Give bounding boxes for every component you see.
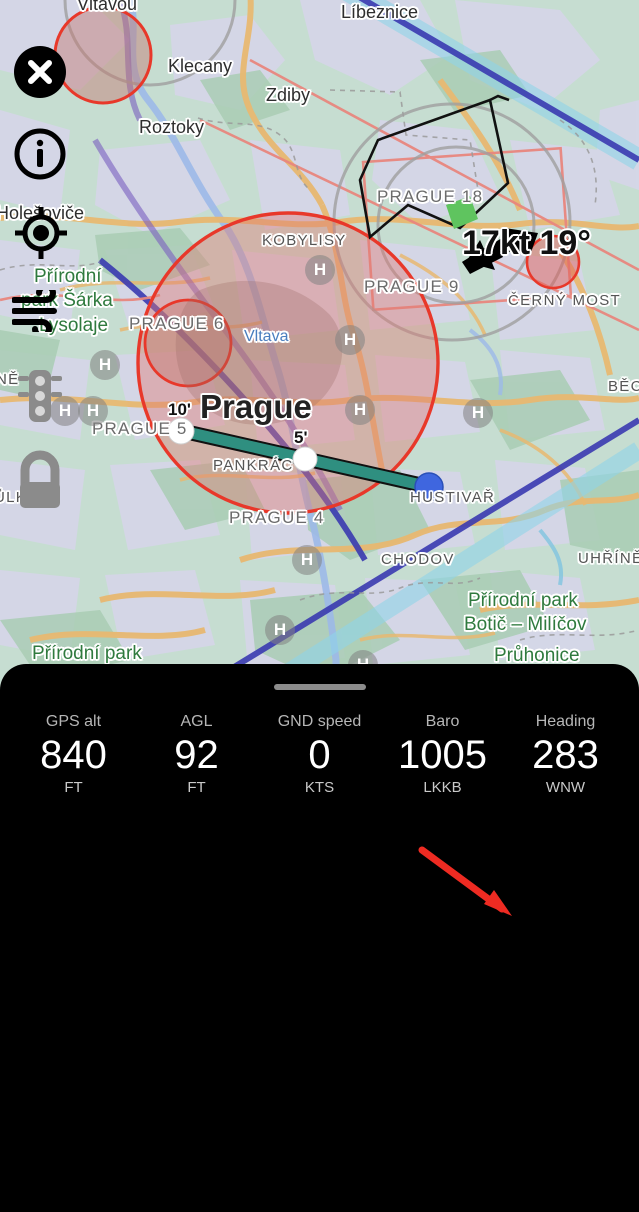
instrument-label: GND speed bbox=[277, 713, 362, 730]
heliport-marker: H bbox=[78, 396, 108, 426]
heliport-marker: H bbox=[90, 350, 120, 380]
instrument-value: 1005 bbox=[398, 733, 487, 777]
locate-icon[interactable] bbox=[14, 206, 68, 260]
ground-speed: GND speed 0 KTS bbox=[258, 712, 381, 797]
instrument-value: 840 bbox=[40, 733, 107, 777]
heliport-marker: H bbox=[463, 398, 493, 428]
instrument-label: Baro bbox=[425, 713, 460, 730]
barometric-pressure: Baro 1005 LKKB bbox=[381, 712, 504, 797]
instrument-label: AGL bbox=[180, 713, 213, 730]
instrument-unit: FT bbox=[187, 779, 206, 796]
instrument-label: Heading bbox=[535, 713, 596, 730]
instrument-value: 0 bbox=[308, 733, 331, 777]
eta-marker-10min: 10' bbox=[168, 400, 191, 419]
heliport-marker: H bbox=[265, 615, 295, 645]
wind-icon[interactable] bbox=[11, 283, 68, 339]
wind-readout: 17kt 19° bbox=[462, 224, 591, 262]
instrument-label: GPS alt bbox=[45, 713, 102, 730]
sheet-drag-handle[interactable] bbox=[273, 684, 366, 690]
heliport-marker: H bbox=[345, 395, 375, 425]
traffic-light-icon[interactable] bbox=[16, 368, 64, 424]
lock-icon[interactable] bbox=[14, 448, 66, 510]
instrument-value: 92 bbox=[174, 733, 219, 777]
gps-altitude: GPS alt 840 FT bbox=[12, 712, 135, 797]
eta-marker-5min: 5' bbox=[294, 428, 308, 447]
agl-altitude: AGL 92 FT bbox=[135, 712, 258, 797]
heading: Heading 283 WNW bbox=[504, 712, 627, 797]
instrument-unit: WNW bbox=[545, 779, 586, 796]
heliport-marker: H bbox=[292, 545, 322, 575]
instrument-unit: FT bbox=[64, 779, 83, 796]
heliport-marker: H bbox=[335, 325, 365, 355]
bottom-sheet: GPS alt 840 FT AGL 92 FT GND speed 0 KTS… bbox=[0, 664, 639, 1212]
info-icon[interactable] bbox=[14, 128, 66, 180]
app-root: Vltavou Líbeznice Klecany Zdiby Roztoky … bbox=[0, 0, 639, 1212]
instrument-value: 283 bbox=[532, 733, 599, 777]
heliport-marker: H bbox=[305, 255, 335, 285]
map-canvas bbox=[0, 0, 639, 700]
map-view[interactable]: Vltavou Líbeznice Klecany Zdiby Roztoky … bbox=[0, 0, 639, 700]
instrument-unit: KTS bbox=[304, 779, 335, 796]
instrument-panel: GPS alt 840 FT AGL 92 FT GND speed 0 KTS… bbox=[0, 704, 639, 824]
close-icon[interactable] bbox=[14, 46, 66, 98]
instrument-unit: LKKB bbox=[423, 779, 462, 796]
